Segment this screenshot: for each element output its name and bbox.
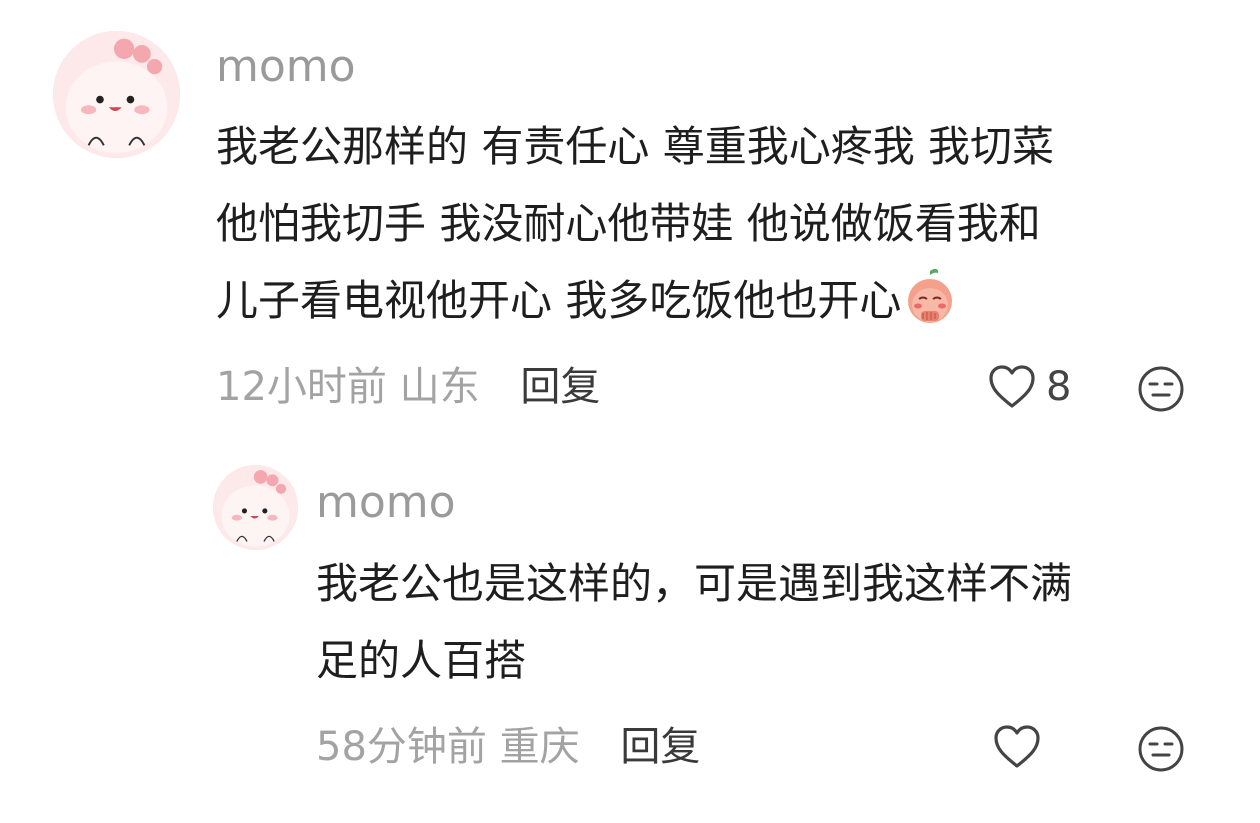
username[interactable]: momo: [316, 481, 456, 525]
comment-body: 我老公那样的 有责任心 尊重我心疼我 我切菜 他怕我切手 我没耐心他带娃 他说做…: [216, 108, 1054, 339]
avatar[interactable]: [53, 31, 180, 158]
comment-line-text: 儿子看电视他开心 我多吃饭他也开心: [216, 276, 902, 325]
comment-time: 12小时前: [216, 364, 387, 410]
heart-outline-icon: [989, 365, 1035, 408]
comment-location: 山东: [399, 364, 480, 410]
like-button[interactable]: [993, 724, 1041, 770]
neutral-face-icon: [1138, 726, 1184, 772]
dislike-button[interactable]: [1136, 724, 1186, 774]
comment-time: 58分钟前: [316, 724, 487, 770]
pink-cartoon-avatar-icon: [53, 31, 180, 158]
reply-button[interactable]: 回复: [520, 364, 600, 410]
avatar[interactable]: [213, 465, 298, 550]
comment-line: 他怕我切手 我没耐心他带娃 他说做饭看我和: [216, 199, 1041, 248]
dislike-button[interactable]: [1136, 364, 1186, 414]
reply-button[interactable]: 回复: [620, 724, 700, 770]
like-count: 8: [1046, 364, 1072, 410]
comment-meta: 58分钟前 重庆 回复: [316, 727, 700, 767]
comment-body: 我老公也是这样的，可是遇到我这样不满 足的人百搭: [316, 545, 1072, 699]
heart-outline-icon: [994, 725, 1040, 768]
comment-location: 重庆: [499, 724, 580, 770]
shy-blush-emoji-icon: [905, 267, 955, 325]
comment-meta: 12小时前 山东 回复: [216, 367, 600, 407]
username[interactable]: momo: [216, 45, 356, 89]
comment-line: 我老公也是这样的，可是遇到我这样不满: [316, 559, 1073, 608]
comment-line: 足的人百搭: [316, 636, 527, 685]
pink-cartoon-avatar-icon: [213, 465, 298, 550]
comment-line: 我老公那样的 有责任心 尊重我心疼我 我切菜: [216, 122, 1055, 171]
comment-line-with-emoji: 儿子看电视他开心 我多吃饭他也开心: [216, 262, 1054, 339]
neutral-face-icon: [1138, 366, 1184, 412]
like-button[interactable]: 8: [988, 364, 1071, 410]
